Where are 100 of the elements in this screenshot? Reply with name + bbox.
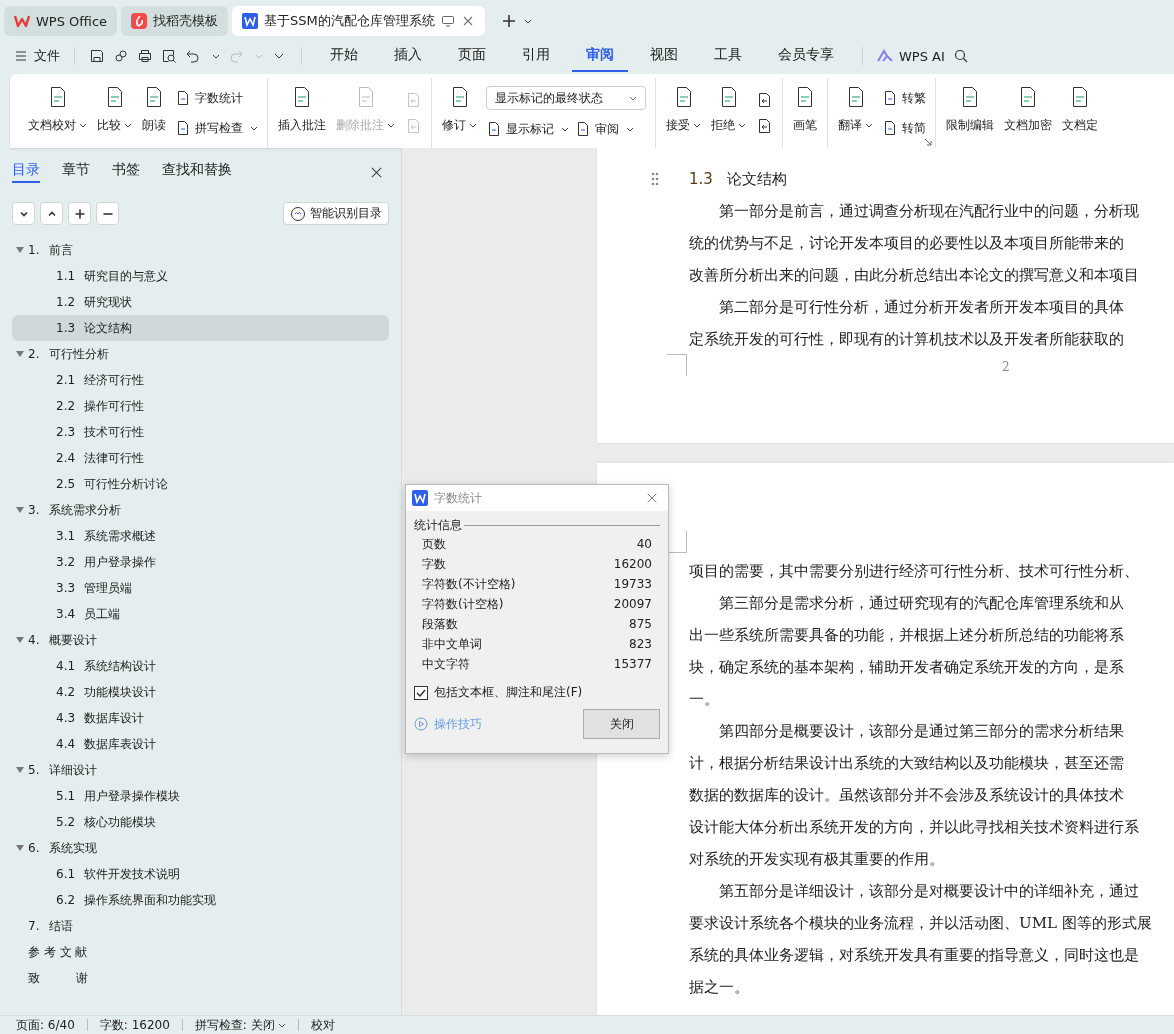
outline-item[interactable]: 4.4 数据库表设计 <box>12 731 389 757</box>
ribbon-button[interactable]: 翻译 <box>833 78 878 140</box>
outline-item[interactable]: 3.2 用户登录操作 <box>12 549 389 575</box>
outline-item[interactable]: 2.4 法律可行性 <box>12 445 389 471</box>
outline-item[interactable]: 参 考 文 献 <box>12 939 389 965</box>
ribbon-tab[interactable]: 引用 <box>508 40 564 72</box>
sidebar-tab[interactable]: 章节 <box>62 161 90 183</box>
outline-item[interactable]: 7. 结语 <box>12 913 389 939</box>
outline-item[interactable]: 2. 可行性分析 <box>12 341 389 367</box>
outline-item[interactable]: 5. 详细设计 <box>12 757 389 783</box>
ribbon-button[interactable]: 转简 <box>882 117 926 139</box>
expand-arrow-icon[interactable] <box>16 845 24 851</box>
outline-number: 3. <box>28 503 41 517</box>
outline-item[interactable]: 3.3 管理员端 <box>12 575 389 601</box>
outline-item[interactable]: 1.3 论文结构 <box>12 315 389 341</box>
print-preview-icon[interactable] <box>161 48 177 64</box>
search-icon[interactable] <box>952 48 969 64</box>
monitor-icon[interactable] <box>440 14 455 28</box>
sidebar-tab[interactable]: 书签 <box>112 161 140 183</box>
status-item[interactable]: 字数: 16200 <box>99 1016 170 1034</box>
save-icon[interactable] <box>89 48 105 64</box>
ribbon-button[interactable]: 朗读 <box>137 78 171 140</box>
ribbon-button[interactable]: 修订 <box>437 78 482 140</box>
outline-number: 5.1 <box>56 789 77 803</box>
print-icon[interactable] <box>137 48 153 64</box>
ribbon-tab[interactable]: 开始 <box>316 40 372 72</box>
ribbon-button[interactable]: 拒绝 <box>706 78 751 140</box>
include-checkbox[interactable]: 包括文本框、脚注和尾注(F) <box>414 684 660 701</box>
sidebar-tab[interactable]: 查找和替换 <box>162 161 232 183</box>
close-icon[interactable] <box>370 165 383 179</box>
ribbon-button[interactable]: 文档加密 <box>999 78 1057 140</box>
outline-item[interactable]: 6.2 操作系统界面和功能实现 <box>12 887 389 913</box>
ribbon-button[interactable]: 转繁 <box>882 87 926 109</box>
ribbon-button[interactable]: 插入批注 <box>273 78 331 140</box>
plus-icon <box>73 207 86 220</box>
expand-arrow-icon[interactable] <box>16 637 24 643</box>
document-tab[interactable]: 基于SSM的汽配仓库管理系统 <box>232 6 485 36</box>
expand-arrow-icon[interactable] <box>16 247 24 253</box>
outline-item[interactable]: 5.2 核心功能模块 <box>12 809 389 835</box>
outline-item[interactable]: 4.3 数据库设计 <box>12 705 389 731</box>
new-tab-icon[interactable] <box>500 13 517 29</box>
drag-handle-icon[interactable] <box>651 172 659 186</box>
outline-item[interactable]: 6. 系统实现 <box>12 835 389 861</box>
outline-item[interactable]: 2.5 可行性分析讨论 <box>12 471 389 497</box>
ribbon-button[interactable]: 画笔 <box>788 78 822 140</box>
status-item[interactable]: 页面: 6/40 <box>16 1016 75 1034</box>
ribbon-button[interactable]: 拼写检查 <box>175 117 258 139</box>
smart-toc-button[interactable]: 智能识别目录 <box>283 202 389 225</box>
sidebar-tab[interactable]: 目录 <box>12 161 40 183</box>
outline-item[interactable]: 2.2 操作可行性 <box>12 393 389 419</box>
caret-icon[interactable] <box>523 18 532 24</box>
ribbon-button[interactable]: 文档定 <box>1057 78 1103 140</box>
outline-item[interactable]: 4.2 功能模块设计 <box>12 679 389 705</box>
document-tab[interactable]: 找稻壳模板 <box>121 6 229 36</box>
file-menu-button[interactable]: 文件 <box>14 47 60 65</box>
ribbon-tab[interactable]: 会员专享 <box>764 40 848 72</box>
checkbox[interactable] <box>414 685 428 700</box>
markup-dropdown[interactable]: 显示标记的最终状态 <box>486 86 646 110</box>
dialog-launcher-icon[interactable] <box>924 138 932 146</box>
expand-button[interactable] <box>40 202 63 225</box>
close-button[interactable]: 关闭 <box>583 709 660 739</box>
ai-button[interactable]: WPS AI <box>877 48 945 64</box>
outline-item[interactable]: 5.1 用户登录操作模块 <box>12 783 389 809</box>
document-tab[interactable]: WPS Office <box>4 6 118 36</box>
ribbon-tab[interactable]: 审阅 <box>572 40 628 72</box>
outline-item[interactable]: 2.1 经济可行性 <box>12 367 389 393</box>
outline-item[interactable]: 致 谢 <box>12 965 389 991</box>
expand-arrow-icon[interactable] <box>16 351 24 357</box>
outline-item[interactable]: 3. 系统需求分析 <box>12 497 389 523</box>
ribbon-button[interactable]: 审阅 <box>575 118 634 140</box>
ribbon-button[interactable]: 文档校对 <box>23 78 92 140</box>
caret-icon[interactable] <box>212 53 220 59</box>
ribbon-button[interactable]: 显示标记 <box>486 118 569 140</box>
outline-item[interactable]: 3.4 员工端 <box>12 601 389 627</box>
ribbon-tab[interactable]: 视图 <box>636 40 692 72</box>
expand-arrow-icon[interactable] <box>16 767 24 773</box>
collapse-button[interactable] <box>12 202 35 225</box>
outline-item[interactable]: 1.2 研究现状 <box>12 289 389 315</box>
ribbon-tab[interactable]: 页面 <box>444 40 500 72</box>
remove-button[interactable] <box>96 202 119 225</box>
ribbon-tab[interactable]: 工具 <box>700 40 756 72</box>
ribbon-button[interactable]: 接受 <box>661 78 706 140</box>
expand-arrow-icon[interactable] <box>16 507 24 513</box>
outline-item[interactable]: 3.1 系统需求概述 <box>12 523 389 549</box>
ribbon-button[interactable]: 字数统计 <box>175 87 243 109</box>
status-item[interactable]: 校对 <box>310 1016 335 1034</box>
outline-item[interactable]: 6.1 软件开发技术说明 <box>12 861 389 887</box>
outline-item[interactable]: 4. 概要设计 <box>12 627 389 653</box>
add-button[interactable] <box>68 202 91 225</box>
ribbon-tab[interactable]: 插入 <box>380 40 436 72</box>
outline-item[interactable]: 1. 前言 <box>12 237 389 263</box>
outline-item[interactable]: 2.3 技术可行性 <box>12 419 389 445</box>
status-item[interactable]: 拼写检查: 关闭 <box>194 1016 286 1034</box>
ribbon-button[interactable]: 比较 <box>92 78 137 140</box>
outline-item[interactable]: 4.1 系统结构设计 <box>12 653 389 679</box>
undo-icon[interactable] <box>185 48 201 64</box>
close-icon[interactable] <box>646 492 658 504</box>
outline-item[interactable]: 1.1 研究目的与意义 <box>12 263 389 289</box>
link-icon[interactable] <box>113 48 129 64</box>
ribbon-button[interactable]: 限制编辑 <box>941 78 999 140</box>
